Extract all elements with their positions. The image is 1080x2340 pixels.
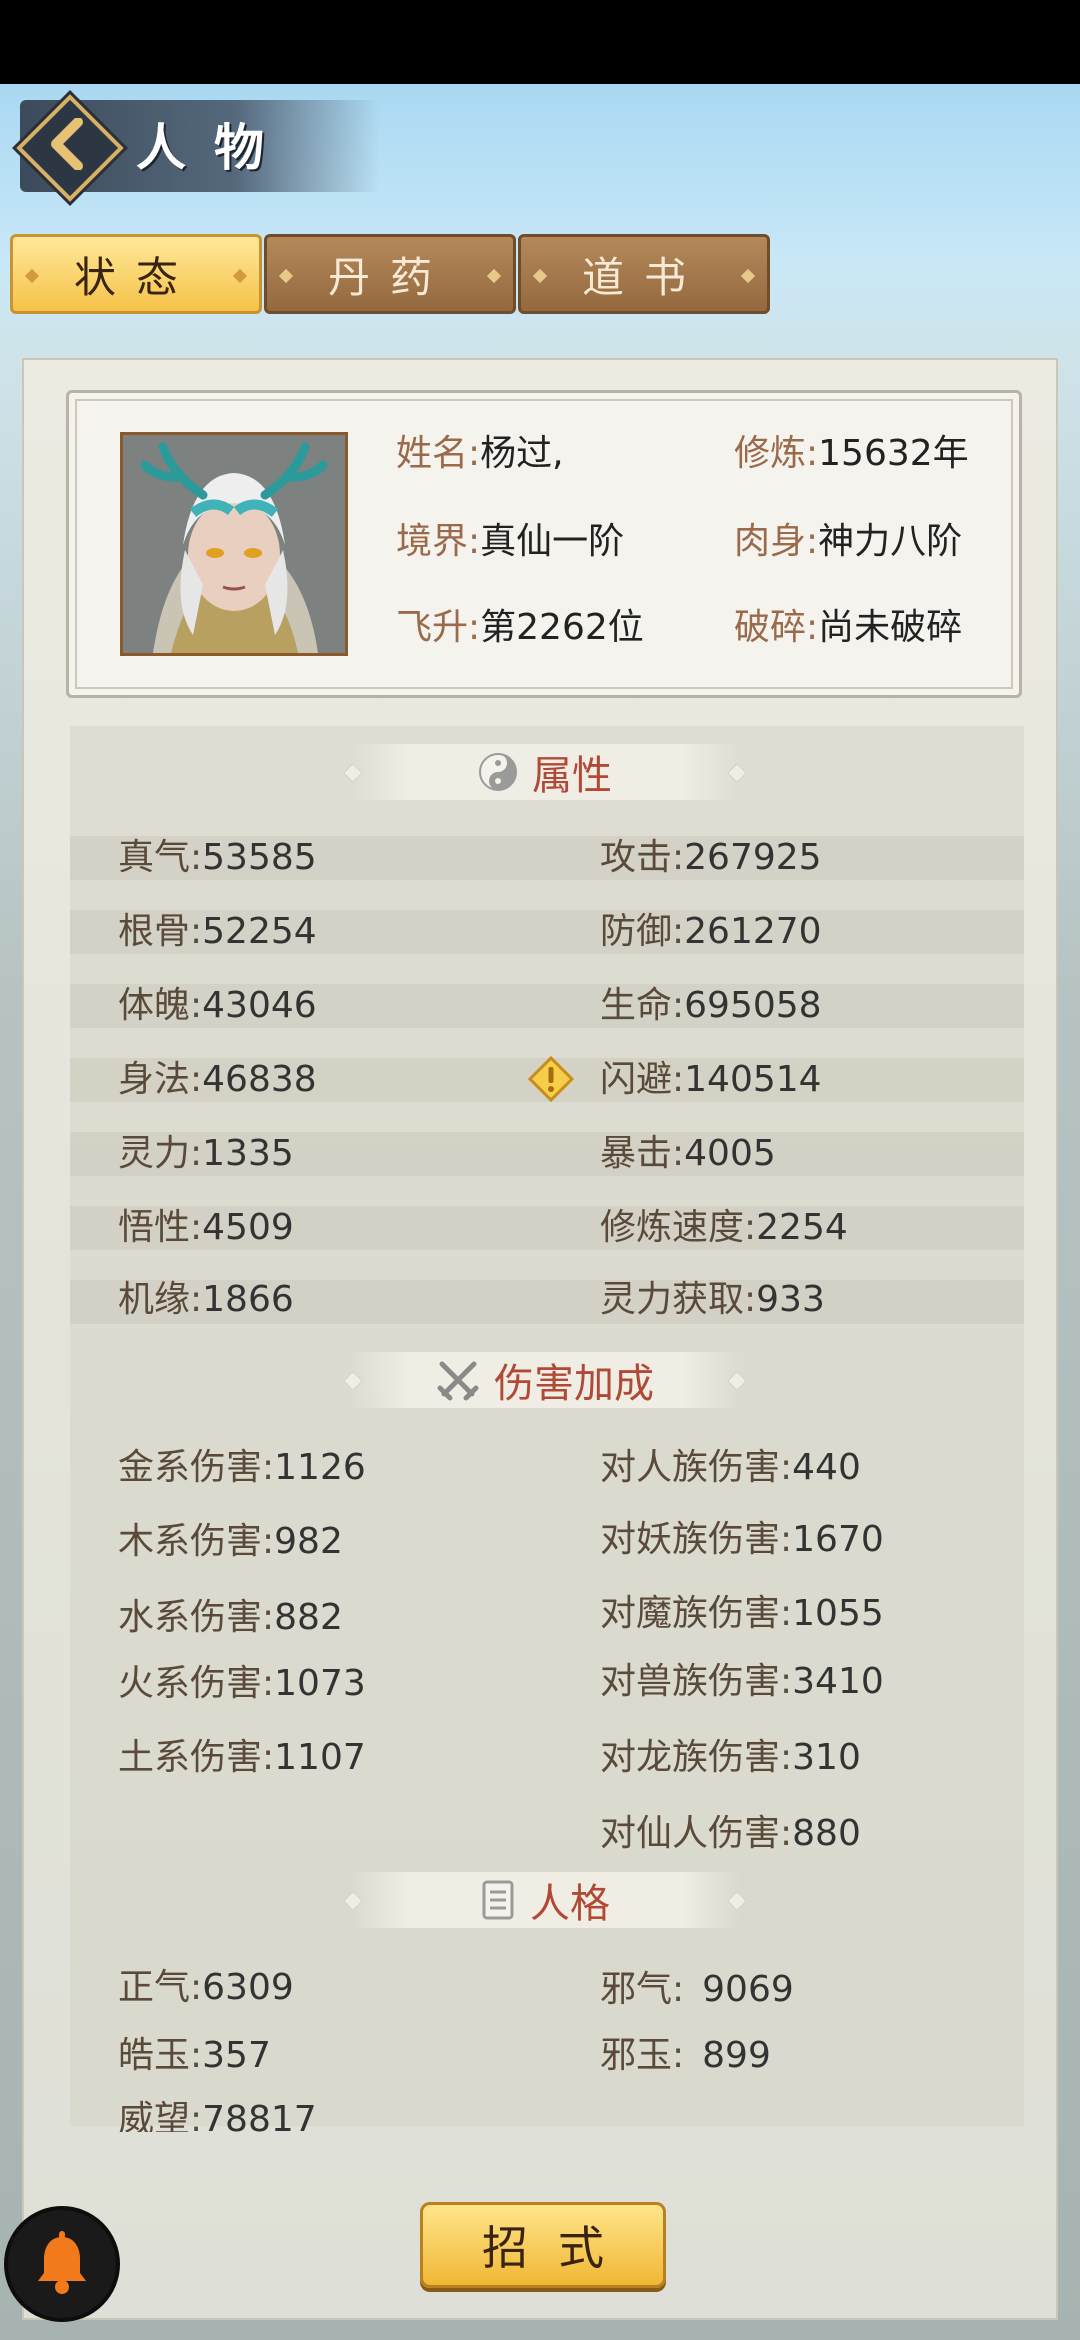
- damage-earth: 土系伤害:1107: [118, 1737, 366, 1778]
- crossed-swords-icon: [437, 1361, 479, 1401]
- damage-vs-demon-beast: 对妖族伤害:1670: [600, 1519, 884, 1560]
- profile-name: 姓名:杨过,: [396, 433, 564, 474]
- section-title-attributes: 属性: [350, 744, 740, 800]
- damage-vs-dragon: 对龙族伤害:310: [600, 1737, 861, 1778]
- profile-shatter: 破碎:尚未破碎: [734, 607, 963, 648]
- damage-water: 水系伤害:882: [118, 1597, 343, 1638]
- stat-fortune: 机缘:1866: [118, 1279, 294, 1320]
- tab-books[interactable]: 道书: [518, 234, 770, 314]
- stat-defense: 防御:261270: [600, 911, 822, 952]
- section-title-damage: 伤害加成: [350, 1352, 740, 1408]
- bell-icon: [38, 2231, 86, 2294]
- profile-body: 肉身:神力八阶: [734, 521, 963, 562]
- damage-vs-immortal: 对仙人伤害:880: [600, 1813, 861, 1854]
- personality-white-jade: 皓玉:357: [118, 2035, 271, 2076]
- stat-attack: 攻击:267925: [600, 837, 822, 878]
- profile-ascension: 飞升:第2262位: [396, 607, 644, 648]
- dragon-horned-avatar: [123, 435, 345, 653]
- personality-prestige: 威望:78817: [118, 2099, 317, 2132]
- tab-label: 状态: [73, 252, 198, 302]
- personality-evil: 邪气: 9069: [600, 1969, 794, 2010]
- yin-yang-icon: [479, 753, 517, 791]
- profile-cultivation: 修炼:15632年: [734, 433, 969, 474]
- tab-label: 丹药: [327, 252, 452, 302]
- stat-cultivation-speed: 修炼速度:2254: [600, 1207, 848, 1248]
- chevron-left-icon: [51, 118, 83, 170]
- notification-bell-button[interactable]: [4, 2206, 120, 2322]
- warning-diamond-icon[interactable]: [528, 1056, 574, 1102]
- damage-vs-human: 对人族伤害:440: [600, 1447, 861, 1488]
- moves-button[interactable]: 招式: [420, 2202, 666, 2288]
- damage-wood: 木系伤害:982: [118, 1521, 343, 1562]
- stat-true-qi: 真气:53585: [118, 837, 317, 878]
- personality-righteous: 正气:6309: [118, 1967, 294, 2008]
- tab-status[interactable]: 状态: [10, 234, 262, 314]
- scroll-icon: [482, 1880, 514, 1920]
- section-title-personality: 人格: [350, 1872, 740, 1928]
- profile-realm: 境界:真仙一阶: [396, 521, 625, 562]
- stat-spirit-gain: 灵力获取:933: [600, 1279, 825, 1320]
- tab-label: 道书: [581, 252, 706, 302]
- stat-agility: 身法:46838: [118, 1059, 317, 1100]
- status-bar: [0, 0, 1080, 84]
- stat-crit: 暴击:4005: [600, 1133, 776, 1174]
- personality-evil-jade: 邪玉: 899: [600, 2035, 771, 2076]
- damage-fire: 火系伤害:1073: [118, 1663, 366, 1704]
- damage-metal: 金系伤害:1126: [118, 1447, 366, 1488]
- damage-vs-beast: 对兽族伤害:3410: [600, 1661, 884, 1702]
- stat-spirit-power: 灵力:1335: [118, 1133, 294, 1174]
- page-title: 人物: [136, 118, 292, 177]
- stat-dodge: 闪避:140514: [600, 1059, 822, 1100]
- tab-pills[interactable]: 丹药: [264, 234, 516, 314]
- stat-comprehension: 悟性:4509: [118, 1207, 294, 1248]
- damage-vs-devil: 对魔族伤害:1055: [600, 1593, 884, 1634]
- back-button[interactable]: [14, 92, 124, 202]
- stat-bone: 根骨:52254: [118, 911, 317, 952]
- stat-physique: 体魄:43046: [118, 985, 317, 1026]
- stat-health: 生命:695058: [600, 985, 822, 1026]
- avatar[interactable]: [120, 432, 348, 656]
